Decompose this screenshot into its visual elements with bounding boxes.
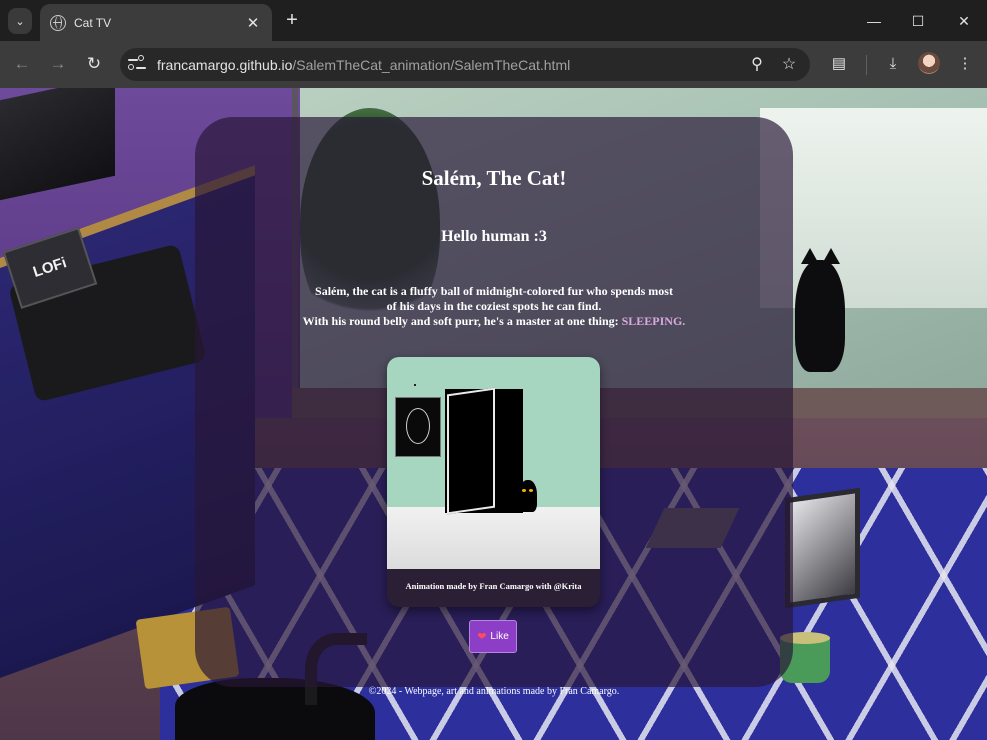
animation-painting — [395, 397, 441, 457]
star-icon[interactable]: ☆ — [778, 54, 800, 76]
like-button[interactable]: ❤ Like — [469, 620, 517, 653]
url-path: /SalemTheCat_animation/SalemTheCat.html — [292, 57, 571, 73]
kebab-menu-icon[interactable]: ⋮ — [953, 52, 977, 76]
animation-floor — [387, 507, 600, 569]
globe-icon — [50, 14, 66, 31]
new-tab-button[interactable]: + — [281, 8, 303, 34]
cat-animation — [387, 357, 600, 569]
close-icon[interactable]: ✕ — [244, 14, 262, 32]
description-line-3: With his round belly and soft purr, he's… — [195, 314, 793, 329]
download-icon[interactable]: ⤓ — [881, 52, 905, 76]
browser-toolbar: ← → ↻ francamargo.github.io/SalemTheCat_… — [0, 41, 987, 88]
page-subtitle: Hello human :3 — [441, 228, 547, 245]
close-window-icon: ✕ — [958, 13, 970, 29]
animation-card: Animation made by Fran Camargo with @Kri… — [387, 357, 600, 607]
close-window-button[interactable]: ✕ — [949, 8, 979, 34]
animation-door — [447, 387, 495, 515]
magnifier-icon[interactable]: ⚲ — [746, 54, 768, 76]
tab-cat-tv[interactable]: Cat TV ✕ — [40, 4, 272, 41]
address-bar[interactable]: francamargo.github.io/SalemTheCat_animat… — [120, 48, 810, 81]
heart-icon: ❤ — [477, 631, 487, 643]
animation-caption: Animation made by Fran Camargo with @Kri… — [405, 581, 582, 591]
description-line-1: Salém, the cat is a fluffy ball of midni… — [315, 284, 673, 298]
like-label: Like — [490, 631, 509, 642]
page-title: Salém, The Cat! — [421, 166, 567, 190]
chevron-down-icon: ⌄ — [15, 15, 25, 28]
maximize-button[interactable]: ☐ — [903, 8, 933, 34]
tab-strip: ⌄ Cat TV ✕ + — ☐ ✕ — [0, 0, 987, 41]
arrow-right-icon: → — [49, 54, 67, 73]
url-host: francamargo.github.io — [157, 57, 293, 73]
toolbar-divider — [866, 55, 867, 75]
page-footer: ©2024 - Webpage, art and animations made… — [368, 686, 620, 697]
forward-button[interactable]: → — [45, 51, 71, 77]
minimize-button[interactable]: — — [859, 8, 889, 34]
page-description: Salém, the cat is a fluffy ball of midni… — [195, 284, 793, 329]
animation-fly — [414, 384, 416, 386]
description-highlight: SLEEPING. — [621, 314, 686, 328]
maximize-icon: ☐ — [911, 13, 925, 29]
profile-avatar[interactable] — [918, 52, 940, 74]
description-line-2: of his days in the coziest spots he can … — [386, 299, 602, 313]
reload-icon: ↻ — [86, 54, 102, 73]
tune-icon[interactable] — [128, 55, 148, 73]
page-viewport: LOFi Salém, The Cat! Hello human :3 Salé… — [0, 88, 987, 740]
back-button[interactable]: ← — [9, 51, 35, 77]
tab-search-button[interactable]: ⌄ — [8, 8, 32, 34]
url-text[interactable]: francamargo.github.io/SalemTheCat_animat… — [157, 57, 570, 73]
monitor-illustration — [785, 487, 860, 609]
arrow-left-icon: ← — [13, 54, 31, 73]
minimize-icon: — — [867, 13, 881, 29]
puzzle-icon[interactable]: ▤ — [827, 52, 851, 76]
animation-black-cat — [519, 480, 537, 512]
cat-on-window-illustration — [795, 248, 845, 372]
reload-button[interactable]: ↻ — [81, 51, 107, 77]
tab-title: Cat TV — [74, 15, 112, 30]
plus-icon: + — [286, 9, 298, 31]
description-line-3-text: With his round belly and soft purr, he's… — [302, 314, 622, 328]
